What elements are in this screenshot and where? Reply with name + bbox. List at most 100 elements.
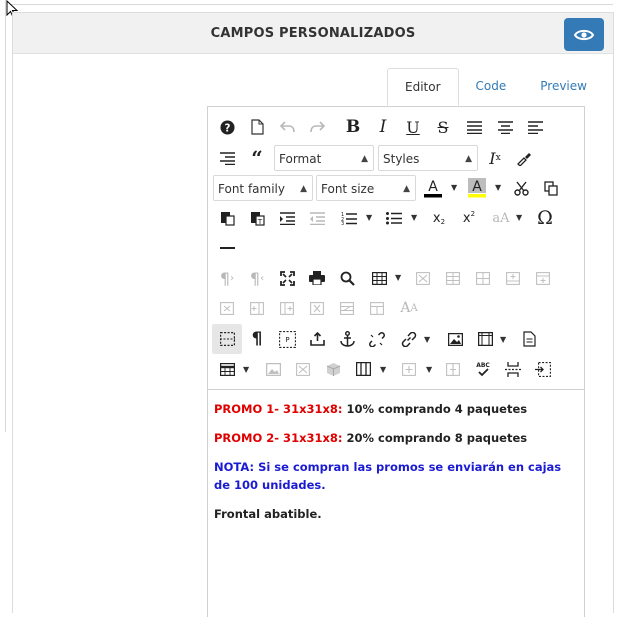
chevron-down-icon[interactable]: ▼ [395, 273, 401, 282]
eye-icon [574, 29, 594, 40]
subscript-icon[interactable]: x2 [428, 205, 450, 231]
paste-text-icon[interactable]: T [246, 205, 268, 231]
show-invisibles-icon[interactable]: ¶ [246, 326, 268, 352]
svg-text:3: 3 [341, 221, 344, 225]
ltr-direction-icon[interactable]: ¶ › [216, 265, 238, 291]
clear-formatting-icon[interactable]: Ix [484, 145, 506, 171]
template-icon[interactable] [518, 326, 540, 352]
align-left-icon[interactable] [524, 114, 546, 140]
anchor-icon[interactable] [336, 326, 358, 352]
underline-icon[interactable]: U [402, 114, 424, 140]
special-character-icon[interactable]: Ω [534, 205, 556, 231]
chevron-down-icon[interactable]: ▼ [426, 365, 432, 374]
chevron-down-icon[interactable]: ▼ [495, 183, 501, 192]
align-right-icon[interactable] [216, 145, 238, 171]
table-insert-col-after-icon[interactable] [276, 295, 298, 321]
highlight-color-icon[interactable]: A [466, 175, 488, 201]
chevron-updown-icon: ▲ [403, 184, 410, 194]
svg-text:P: P [285, 336, 289, 344]
image-edit-icon[interactable] [262, 356, 284, 382]
table-insert-row-before-icon[interactable] [502, 265, 524, 291]
format-painter-icon[interactable] [513, 145, 535, 171]
styles-select[interactable]: Styles ▲ [378, 145, 478, 171]
font-case-icon[interactable]: aA [490, 205, 512, 231]
remove-format-icon[interactable] [292, 356, 314, 382]
unlink-icon[interactable] [366, 326, 388, 352]
table-col-icon[interactable] [442, 356, 464, 382]
new-document-icon[interactable] [246, 114, 268, 140]
svg-text:A: A [472, 179, 482, 195]
show-blocks-icon[interactable] [212, 324, 242, 354]
help-icon[interactable]: ? [216, 114, 238, 140]
chevron-down-icon[interactable]: ▼ [411, 213, 417, 222]
outdent-icon[interactable] [306, 205, 328, 231]
3d-box-icon[interactable] [322, 356, 344, 382]
chevron-down-icon[interactable]: ▼ [380, 365, 386, 374]
chevron-down-icon[interactable]: ▼ [500, 335, 506, 344]
footer-text: Frontal abatible. [214, 507, 322, 521]
chevron-updown-icon: ▲ [300, 184, 307, 194]
font-size-label: Font size [321, 182, 375, 196]
bullet-list-icon[interactable] [383, 205, 405, 231]
table-row-props-icon[interactable] [472, 265, 494, 291]
font-family-select[interactable]: Font family ▲ [213, 175, 313, 201]
svg-text:A: A [428, 179, 438, 195]
numbered-list-icon[interactable]: 123 [338, 205, 360, 231]
indent-icon[interactable] [276, 205, 298, 231]
page-break-icon[interactable]: P [276, 326, 298, 352]
left-frame [0, 0, 6, 432]
font-size-select[interactable]: Font size ▲ [316, 175, 416, 201]
nonbreaking-space-icon[interactable] [532, 356, 554, 382]
table-add-icon[interactable] [398, 356, 420, 382]
redo-icon[interactable] [306, 114, 328, 140]
table-delete-col-icon[interactable] [306, 295, 328, 321]
horizontal-line-icon[interactable] [216, 235, 238, 261]
fullscreen-icon[interactable] [276, 265, 298, 291]
align-center-icon[interactable] [494, 114, 516, 140]
editor-content[interactable]: PROMO 1- 31x31x8: 10% comprando 4 paquet… [208, 390, 584, 544]
chevron-down-icon[interactable]: ▼ [424, 335, 430, 344]
format-select[interactable]: Format ▲ [274, 145, 374, 171]
table-insert-col-before-icon[interactable] [246, 295, 268, 321]
link-icon[interactable] [398, 326, 420, 352]
chevron-down-icon[interactable]: ▼ [451, 183, 457, 192]
strikethrough-icon[interactable]: S [432, 114, 454, 140]
chevron-down-icon[interactable]: ▼ [243, 365, 249, 374]
chevron-down-icon[interactable]: ▼ [516, 213, 522, 222]
table-grid-icon[interactable] [216, 356, 238, 382]
bold-icon[interactable]: B [342, 114, 364, 140]
table-icon[interactable] [368, 265, 390, 291]
styles-select-label: Styles [383, 152, 420, 166]
tab-editor[interactable]: Editor [387, 68, 459, 106]
table-insert-row-after-icon[interactable] [532, 265, 554, 291]
font-size-adjust-icon[interactable]: AA [398, 295, 420, 321]
text-color-icon[interactable]: A [422, 175, 444, 201]
columns-icon[interactable] [352, 356, 374, 382]
table-cell-merge-icon[interactable] [336, 295, 358, 321]
align-justify-icon[interactable] [463, 114, 485, 140]
preview-toggle-button[interactable] [564, 18, 604, 51]
search-icon[interactable] [336, 265, 358, 291]
copy-icon[interactable] [540, 175, 562, 201]
superscript-icon[interactable]: x2 [458, 205, 480, 231]
tab-preview[interactable]: Preview [523, 68, 604, 104]
italic-icon[interactable]: I [372, 114, 394, 140]
media-icon[interactable] [474, 326, 496, 352]
paste-icon[interactable] [216, 205, 238, 231]
tab-code[interactable]: Code [459, 68, 524, 104]
spellcheck-icon[interactable]: ABC [472, 356, 494, 382]
rtl-direction-icon[interactable]: ¶ ‹ [246, 265, 268, 291]
table-row-icon[interactable] [442, 265, 464, 291]
table-cell-split-icon[interactable] [366, 295, 388, 321]
table-delete-icon[interactable] [412, 265, 434, 291]
format-select-label: Format [279, 152, 322, 166]
print-icon[interactable] [306, 265, 328, 291]
insert-icon[interactable] [306, 326, 328, 352]
chevron-down-icon[interactable]: ▼ [366, 213, 372, 222]
blockquote-icon[interactable]: “ [246, 145, 268, 171]
page-break-line-icon[interactable] [502, 356, 524, 382]
table-delete-row-icon[interactable] [216, 295, 238, 321]
undo-icon[interactable] [276, 114, 298, 140]
image-icon[interactable] [444, 326, 466, 352]
cut-icon[interactable] [510, 175, 532, 201]
